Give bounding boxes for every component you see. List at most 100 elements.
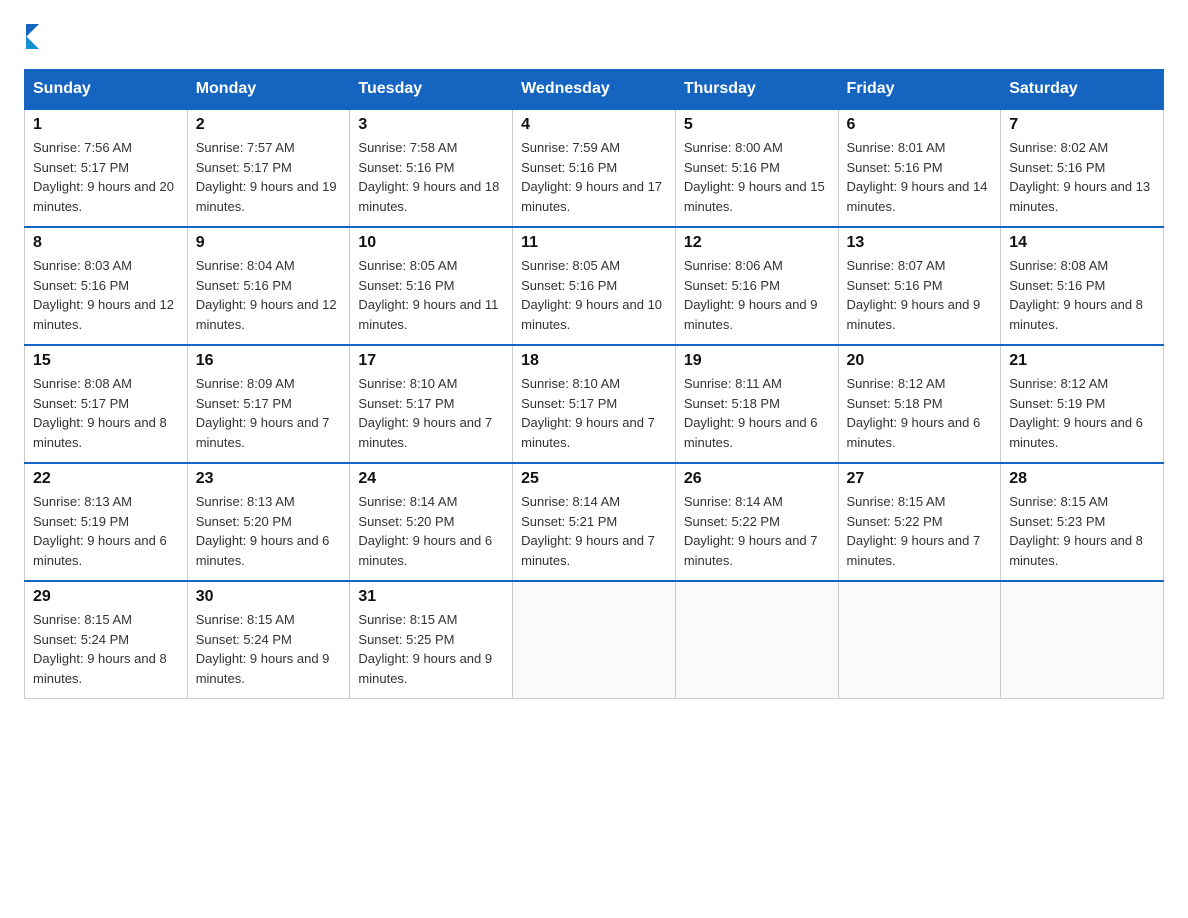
day-info: Sunrise: 8:06 AMSunset: 5:16 PMDaylight:… [684, 258, 818, 332]
calendar-cell: 31 Sunrise: 8:15 AMSunset: 5:25 PMDaylig… [350, 581, 513, 699]
calendar-week-row: 15 Sunrise: 8:08 AMSunset: 5:17 PMDaylig… [25, 345, 1164, 463]
calendar-cell: 2 Sunrise: 7:57 AMSunset: 5:17 PMDayligh… [187, 109, 350, 227]
day-info: Sunrise: 8:15 AMSunset: 5:25 PMDaylight:… [358, 612, 492, 686]
column-header-saturday: Saturday [1001, 70, 1164, 110]
calendar-cell: 24 Sunrise: 8:14 AMSunset: 5:20 PMDaylig… [350, 463, 513, 581]
calendar-cell: 20 Sunrise: 8:12 AMSunset: 5:18 PMDaylig… [838, 345, 1001, 463]
day-number: 15 [33, 352, 179, 370]
calendar-cell: 6 Sunrise: 8:01 AMSunset: 5:16 PMDayligh… [838, 109, 1001, 227]
day-number: 25 [521, 470, 667, 488]
day-number: 11 [521, 234, 667, 252]
calendar-cell: 29 Sunrise: 8:15 AMSunset: 5:24 PMDaylig… [25, 581, 188, 699]
day-number: 13 [847, 234, 993, 252]
calendar-week-row: 8 Sunrise: 8:03 AMSunset: 5:16 PMDayligh… [25, 227, 1164, 345]
day-info: Sunrise: 8:09 AMSunset: 5:17 PMDaylight:… [196, 376, 330, 450]
day-number: 2 [196, 116, 342, 134]
day-info: Sunrise: 8:05 AMSunset: 5:16 PMDaylight:… [358, 258, 498, 332]
calendar-cell: 7 Sunrise: 8:02 AMSunset: 5:16 PMDayligh… [1001, 109, 1164, 227]
calendar-cell: 9 Sunrise: 8:04 AMSunset: 5:16 PMDayligh… [187, 227, 350, 345]
day-number: 27 [847, 470, 993, 488]
day-info: Sunrise: 8:08 AMSunset: 5:16 PMDaylight:… [1009, 258, 1143, 332]
calendar-cell [838, 581, 1001, 699]
day-number: 8 [33, 234, 179, 252]
day-number: 26 [684, 470, 830, 488]
calendar-cell: 23 Sunrise: 8:13 AMSunset: 5:20 PMDaylig… [187, 463, 350, 581]
calendar-cell: 16 Sunrise: 8:09 AMSunset: 5:17 PMDaylig… [187, 345, 350, 463]
calendar-cell: 27 Sunrise: 8:15 AMSunset: 5:22 PMDaylig… [838, 463, 1001, 581]
calendar-cell: 18 Sunrise: 8:10 AMSunset: 5:17 PMDaylig… [513, 345, 676, 463]
column-header-sunday: Sunday [25, 70, 188, 110]
day-number: 29 [33, 588, 179, 606]
calendar-cell: 28 Sunrise: 8:15 AMSunset: 5:23 PMDaylig… [1001, 463, 1164, 581]
day-info: Sunrise: 8:08 AMSunset: 5:17 PMDaylight:… [33, 376, 167, 450]
calendar-header-row: SundayMondayTuesdayWednesdayThursdayFrid… [25, 70, 1164, 110]
day-info: Sunrise: 8:14 AMSunset: 5:21 PMDaylight:… [521, 494, 655, 568]
day-number: 1 [33, 116, 179, 134]
calendar-week-row: 22 Sunrise: 8:13 AMSunset: 5:19 PMDaylig… [25, 463, 1164, 581]
calendar-cell: 21 Sunrise: 8:12 AMSunset: 5:19 PMDaylig… [1001, 345, 1164, 463]
day-info: Sunrise: 8:03 AMSunset: 5:16 PMDaylight:… [33, 258, 174, 332]
day-info: Sunrise: 8:00 AMSunset: 5:16 PMDaylight:… [684, 140, 825, 214]
calendar-cell: 14 Sunrise: 8:08 AMSunset: 5:16 PMDaylig… [1001, 227, 1164, 345]
column-header-wednesday: Wednesday [513, 70, 676, 110]
day-number: 12 [684, 234, 830, 252]
day-number: 31 [358, 588, 504, 606]
calendar-cell: 30 Sunrise: 8:15 AMSunset: 5:24 PMDaylig… [187, 581, 350, 699]
day-info: Sunrise: 7:59 AMSunset: 5:16 PMDaylight:… [521, 140, 662, 214]
day-info: Sunrise: 8:07 AMSunset: 5:16 PMDaylight:… [847, 258, 981, 332]
calendar-cell: 11 Sunrise: 8:05 AMSunset: 5:16 PMDaylig… [513, 227, 676, 345]
day-info: Sunrise: 8:14 AMSunset: 5:22 PMDaylight:… [684, 494, 818, 568]
calendar-cell [675, 581, 838, 699]
day-info: Sunrise: 8:15 AMSunset: 5:24 PMDaylight:… [196, 612, 330, 686]
day-info: Sunrise: 8:13 AMSunset: 5:19 PMDaylight:… [33, 494, 167, 568]
day-info: Sunrise: 8:13 AMSunset: 5:20 PMDaylight:… [196, 494, 330, 568]
day-info: Sunrise: 8:01 AMSunset: 5:16 PMDaylight:… [847, 140, 988, 214]
calendar-cell [513, 581, 676, 699]
day-number: 14 [1009, 234, 1155, 252]
day-number: 17 [358, 352, 504, 370]
day-number: 5 [684, 116, 830, 134]
calendar-cell: 13 Sunrise: 8:07 AMSunset: 5:16 PMDaylig… [838, 227, 1001, 345]
calendar-table: SundayMondayTuesdayWednesdayThursdayFrid… [24, 69, 1164, 699]
calendar-cell: 10 Sunrise: 8:05 AMSunset: 5:16 PMDaylig… [350, 227, 513, 345]
column-header-monday: Monday [187, 70, 350, 110]
day-info: Sunrise: 7:58 AMSunset: 5:16 PMDaylight:… [358, 140, 499, 214]
day-number: 7 [1009, 116, 1155, 134]
day-number: 19 [684, 352, 830, 370]
calendar-cell: 3 Sunrise: 7:58 AMSunset: 5:16 PMDayligh… [350, 109, 513, 227]
day-number: 6 [847, 116, 993, 134]
day-info: Sunrise: 8:15 AMSunset: 5:22 PMDaylight:… [847, 494, 981, 568]
day-info: Sunrise: 8:05 AMSunset: 5:16 PMDaylight:… [521, 258, 662, 332]
day-info: Sunrise: 7:57 AMSunset: 5:17 PMDaylight:… [196, 140, 337, 214]
day-number: 20 [847, 352, 993, 370]
calendar-cell: 8 Sunrise: 8:03 AMSunset: 5:16 PMDayligh… [25, 227, 188, 345]
day-info: Sunrise: 8:15 AMSunset: 5:23 PMDaylight:… [1009, 494, 1143, 568]
day-number: 22 [33, 470, 179, 488]
calendar-cell: 17 Sunrise: 8:10 AMSunset: 5:17 PMDaylig… [350, 345, 513, 463]
calendar-cell: 25 Sunrise: 8:14 AMSunset: 5:21 PMDaylig… [513, 463, 676, 581]
calendar-cell: 26 Sunrise: 8:14 AMSunset: 5:22 PMDaylig… [675, 463, 838, 581]
day-number: 10 [358, 234, 504, 252]
calendar-cell: 4 Sunrise: 7:59 AMSunset: 5:16 PMDayligh… [513, 109, 676, 227]
calendar-cell: 15 Sunrise: 8:08 AMSunset: 5:17 PMDaylig… [25, 345, 188, 463]
day-info: Sunrise: 8:04 AMSunset: 5:16 PMDaylight:… [196, 258, 337, 332]
calendar-week-row: 1 Sunrise: 7:56 AMSunset: 5:17 PMDayligh… [25, 109, 1164, 227]
day-info: Sunrise: 8:15 AMSunset: 5:24 PMDaylight:… [33, 612, 167, 686]
day-number: 18 [521, 352, 667, 370]
calendar-cell: 19 Sunrise: 8:11 AMSunset: 5:18 PMDaylig… [675, 345, 838, 463]
day-number: 3 [358, 116, 504, 134]
column-header-thursday: Thursday [675, 70, 838, 110]
day-info: Sunrise: 7:56 AMSunset: 5:17 PMDaylight:… [33, 140, 174, 214]
day-info: Sunrise: 8:11 AMSunset: 5:18 PMDaylight:… [684, 376, 818, 450]
page-header [24, 24, 1164, 49]
logo [24, 24, 39, 49]
day-number: 21 [1009, 352, 1155, 370]
day-number: 23 [196, 470, 342, 488]
column-header-tuesday: Tuesday [350, 70, 513, 110]
day-number: 24 [358, 470, 504, 488]
day-info: Sunrise: 8:02 AMSunset: 5:16 PMDaylight:… [1009, 140, 1150, 214]
day-info: Sunrise: 8:12 AMSunset: 5:18 PMDaylight:… [847, 376, 981, 450]
day-number: 30 [196, 588, 342, 606]
day-info: Sunrise: 8:10 AMSunset: 5:17 PMDaylight:… [358, 376, 492, 450]
day-info: Sunrise: 8:10 AMSunset: 5:17 PMDaylight:… [521, 376, 655, 450]
